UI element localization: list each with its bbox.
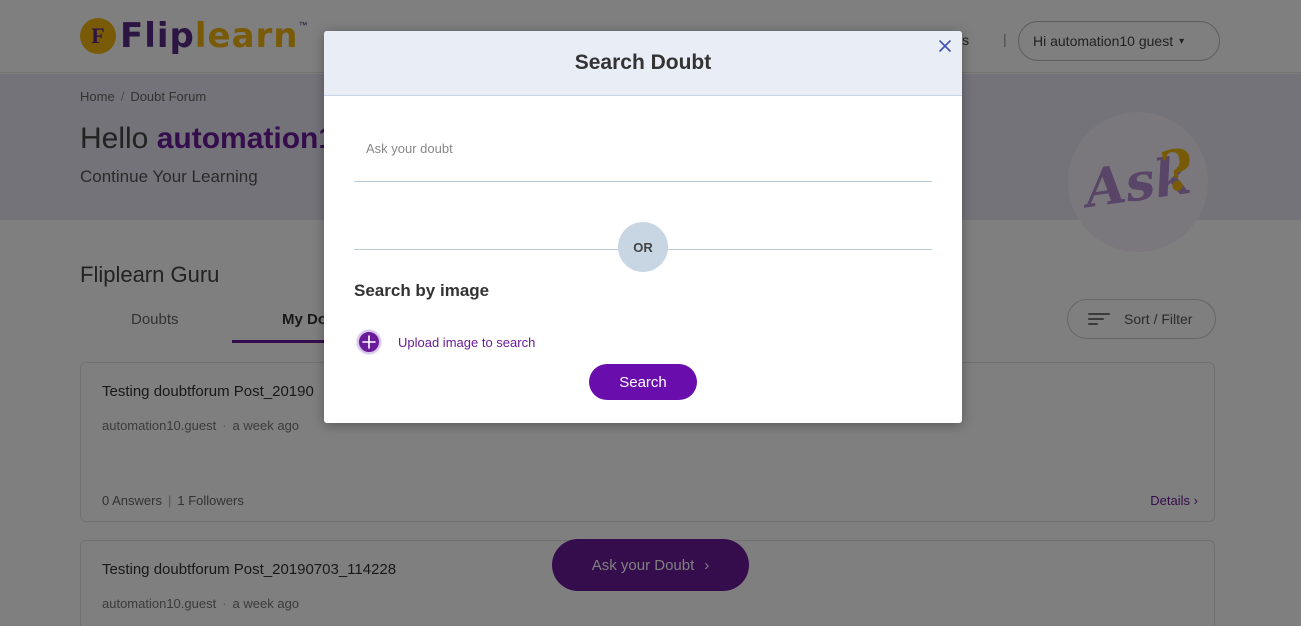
ask-doubt-input[interactable] xyxy=(354,126,932,182)
or-divider-badge: OR xyxy=(618,222,668,272)
modal-title: Search Doubt xyxy=(574,51,712,74)
close-button[interactable] xyxy=(936,37,954,55)
search-doubt-modal: Search Doubt OR Search by image Upload i… xyxy=(324,31,962,423)
search-by-image-heading: Search by image xyxy=(354,281,490,300)
upload-image-label: Upload image to search xyxy=(398,334,536,350)
close-icon xyxy=(939,40,951,52)
upload-image-button[interactable]: Upload image to search xyxy=(357,330,535,354)
modal-header: Search Doubt xyxy=(324,31,962,96)
plus-icon xyxy=(357,330,381,354)
search-button[interactable]: Search xyxy=(589,364,697,400)
